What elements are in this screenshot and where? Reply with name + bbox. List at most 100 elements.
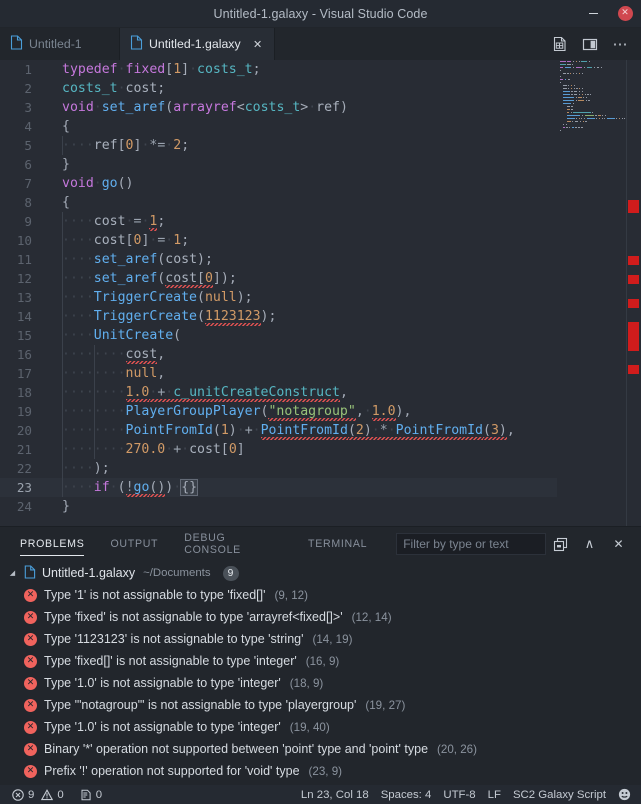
code-line[interactable]: 10 ····cost[0]·=·1; (0, 231, 557, 250)
code-line[interactable]: 2 costs_t·cost; (0, 79, 557, 98)
code-line[interactable]: 14 ····TriggerCreate(1123123); (0, 307, 557, 326)
minimap[interactable] (557, 60, 627, 526)
code-line[interactable]: 19 ········PlayerGroupPlayer("notagroup",… (0, 402, 557, 421)
code-line[interactable]: 3 void·set_aref(arrayref<costs_t>·ref) (0, 98, 557, 117)
problem-row[interactable]: ✕ Prefix '!' operation not supported for … (0, 760, 641, 782)
split-editor-icon[interactable] (575, 28, 605, 60)
status-encoding[interactable]: UTF-8 (437, 785, 481, 804)
status-cursor-position[interactable]: Ln 23, Col 18 (295, 785, 375, 804)
code-line[interactable]: 11 ····set_aref(cost); (0, 250, 557, 269)
code-line[interactable]: 21 ········270.0·+·cost[0] (0, 440, 557, 459)
code-editor[interactable]: 1 typedef·fixed[1]·costs_t; 2 costs_t·cost;… (0, 60, 641, 526)
ruler-error-marker[interactable] (628, 322, 639, 351)
error-icon: ✕ (24, 588, 37, 602)
status-problems[interactable]: 9 0 (6, 785, 70, 804)
ruler-error-marker[interactable] (628, 256, 639, 265)
code-line[interactable]: 15 ····UnitCreate( (0, 326, 557, 345)
code-token: () (117, 176, 134, 191)
code-line[interactable]: 23 ····if·(!go())·{} (0, 478, 557, 497)
code-line[interactable]: 1 typedef·fixed[1]·costs_t; (0, 60, 557, 79)
close-button[interactable]: ✕ (609, 0, 641, 28)
problem-row[interactable]: ✕ Type '"notagroup"' is not assignable to… (0, 694, 641, 716)
problem-row[interactable]: ✕ Binary '*' operation not supported betw… (0, 738, 641, 760)
code-token: ) (363, 423, 372, 438)
problem-row[interactable]: ✕ Type '1123123' is not assignable to typ… (0, 628, 641, 650)
status-indentation[interactable]: Spaces: 4 (375, 785, 438, 804)
feedback-smiley-icon[interactable] (612, 785, 637, 804)
chevron-up-icon[interactable]: ∧ (575, 527, 604, 561)
minimap-token (585, 120, 587, 123)
minimap-token (567, 60, 572, 63)
minimap-token (595, 114, 597, 117)
code-line[interactable]: 16 ········cost, (0, 345, 557, 364)
minimap-token (569, 126, 571, 129)
code-line[interactable]: 5 ····ref[0]·*=·2; (0, 136, 557, 155)
code-token: ] (181, 62, 190, 77)
minimap-token (582, 114, 584, 117)
tab-output[interactable]: OUTPUT (97, 527, 171, 561)
ruler-error-marker[interactable] (628, 365, 639, 374)
problems-filter-input[interactable]: Filter by type or text (396, 533, 546, 555)
open-preview-icon[interactable] (545, 28, 575, 60)
ruler-error-marker[interactable] (628, 275, 639, 284)
code-line[interactable]: 4{ (0, 117, 557, 136)
minimap-token (606, 117, 615, 120)
problem-message: Type '1' is not assignable to type 'fixe… (44, 588, 266, 602)
code-line[interactable]: 9 ····cost·=·1; (0, 212, 557, 231)
problem-row[interactable]: ✕ Type '1.0' is not assignable to type 'i… (0, 672, 641, 694)
code-line[interactable]: 7 void·go() (0, 174, 557, 193)
code-line[interactable]: 6} (0, 155, 557, 174)
space-dot: · (236, 423, 245, 438)
close-icon[interactable]: ✕ (253, 38, 263, 51)
minimize-button[interactable] (577, 0, 609, 28)
ruler-error-marker[interactable] (628, 200, 639, 213)
space-dot: · (181, 442, 190, 457)
code-token: cost (125, 347, 158, 362)
minimap-token (598, 117, 600, 120)
problems-file-group[interactable]: ◢ Untitled-1.galaxy ~/Documents 9 (0, 562, 641, 584)
problems-list[interactable]: ◢ Untitled-1.galaxy ~/Documents 9 ✕ Type … (0, 561, 641, 785)
minimap-token (560, 69, 562, 72)
code-line[interactable]: 18 ········1.0·+·c_unitCreateConstruct, (0, 383, 557, 402)
code-token: } (62, 499, 70, 514)
problem-row[interactable]: ✕ Type 'fixed' is not assignable to type … (0, 606, 641, 628)
chevron-down-icon[interactable]: ◢ (7, 568, 18, 579)
code-line[interactable]: 22 ····); (0, 459, 557, 478)
problem-row[interactable]: ✕ Type '1.0' is not assignable to type 'i… (0, 716, 641, 738)
code-line[interactable]: 24} (0, 497, 557, 516)
indent-guide (93, 421, 95, 440)
tab-debug-console[interactable]: DEBUG CONSOLE (171, 527, 295, 561)
line-number: 5 (24, 138, 32, 153)
code-token: , (403, 404, 412, 419)
ruler-error-marker[interactable] (628, 299, 639, 308)
code-lines[interactable]: 1 typedef·fixed[1]·costs_t; 2 costs_t·cost;… (0, 60, 557, 526)
code-token: 1.0 (125, 385, 150, 400)
code-token: [ (165, 62, 174, 77)
status-infos[interactable]: 0 (70, 785, 108, 804)
code-line[interactable]: 13 ····TriggerCreate(null); (0, 288, 557, 307)
problem-position: (23, 9) (308, 764, 343, 778)
tab-terminal[interactable]: TERMINAL (295, 527, 380, 561)
code-line[interactable]: 12 ····set_aref(cost[0]); (0, 269, 557, 288)
code-token: PointFromId (395, 423, 483, 438)
code-line[interactable]: 20 ········PointFromId(1)·+·PointFromId(2… (0, 421, 557, 440)
code-line[interactable]: 8{ (0, 193, 557, 212)
close-panel-icon[interactable]: ✕ (604, 527, 633, 561)
problem-row[interactable]: ✕ Type '1' is not assignable to type 'fix… (0, 584, 641, 606)
status-language-mode[interactable]: SC2 Galaxy Script (507, 785, 612, 804)
tab-untitled-1-galaxy[interactable]: Untitled-1.galaxy ✕ (120, 28, 275, 60)
code-token: ( (483, 423, 491, 438)
indent-whitespace: ···· (62, 290, 94, 305)
overview-ruler[interactable] (627, 60, 641, 526)
more-actions-icon[interactable]: ⋯ (605, 28, 635, 60)
code-token: 1 (149, 214, 158, 229)
minimap-token (578, 96, 582, 99)
status-eol[interactable]: LF (482, 785, 507, 804)
code-line[interactable]: 17 ········null, (0, 364, 557, 383)
tab-untitled-1[interactable]: Untitled-1 (0, 28, 120, 60)
tab-problems[interactable]: PROBLEMS (14, 527, 97, 561)
problem-row[interactable]: ✕ Type 'fixed[]' is not assignable to typ… (0, 650, 641, 672)
collapse-all-icon[interactable] (546, 527, 575, 561)
minimap-token (560, 75, 562, 78)
indent-guide (62, 307, 63, 326)
